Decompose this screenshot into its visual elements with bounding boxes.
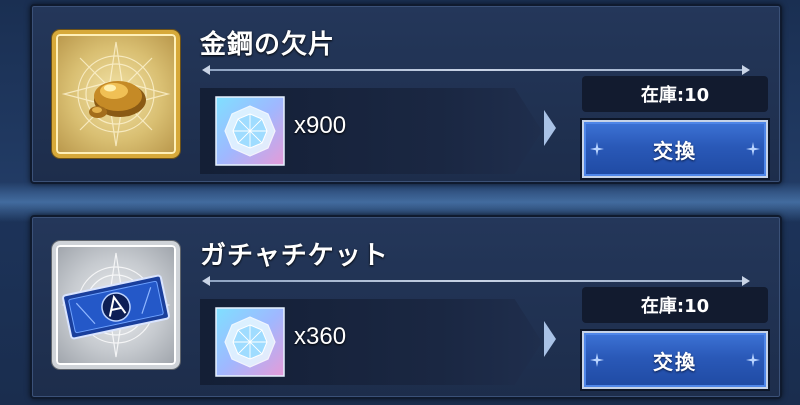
shop-item-card: 金鋼の欠片 x900 在庫:10 交換 bbox=[30, 4, 782, 184]
arrow-right-icon bbox=[544, 110, 556, 146]
item-name: 金鋼の欠片 bbox=[200, 30, 336, 60]
title-divider bbox=[202, 276, 750, 286]
sparkle-icon bbox=[746, 353, 760, 367]
stock-label: 在庫:10 bbox=[582, 287, 768, 323]
crystal-icon bbox=[215, 307, 285, 377]
cost-amount: x360 bbox=[294, 323, 347, 350]
exchange-button-label: 交換 bbox=[653, 349, 697, 374]
arrow-right-icon bbox=[544, 321, 556, 357]
gacha-ticket-icon bbox=[61, 252, 171, 358]
sparkle-icon bbox=[590, 142, 604, 156]
cost-amount: x900 bbox=[294, 112, 347, 139]
gold-nugget-icon bbox=[61, 41, 171, 147]
shop-item-card: ガチャチケット x360 在庫:10 交換 bbox=[30, 215, 782, 399]
exchange-button-label: 交換 bbox=[653, 138, 697, 163]
sparkle-icon bbox=[746, 142, 760, 156]
sparkle-icon bbox=[590, 353, 604, 367]
title-divider bbox=[202, 65, 750, 75]
item-icon-frame[interactable] bbox=[52, 241, 180, 369]
stock-label: 在庫:10 bbox=[582, 76, 768, 112]
item-name: ガチャチケット bbox=[200, 241, 389, 271]
crystal-icon bbox=[215, 96, 285, 166]
exchange-button[interactable]: 交換 bbox=[582, 331, 768, 389]
exchange-button[interactable]: 交換 bbox=[582, 120, 768, 178]
item-icon-frame[interactable] bbox=[52, 30, 180, 158]
